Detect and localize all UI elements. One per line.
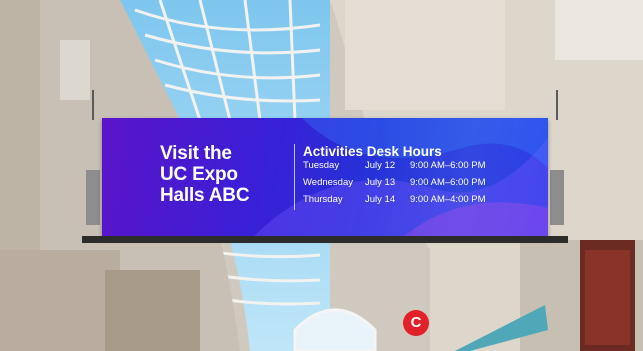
schedule-row: Thursday July 14 9:00 AM–4:00 PM	[303, 194, 486, 210]
schedule-time: 9:00 AM–6:00 PM	[410, 177, 486, 188]
hall-c-badge: C	[403, 310, 429, 336]
schedule-row: Tuesday July 12 9:00 AM–6:00 PM	[303, 160, 486, 176]
schedule-date: July 13	[365, 177, 396, 188]
schedule-date: July 14	[365, 194, 396, 205]
hours-title: Activities Desk Hours	[303, 144, 442, 159]
activities-desk-hours: Activities Desk Hours Tuesday July 12 9:…	[303, 144, 486, 210]
sign-divider	[294, 144, 295, 210]
visit-expo-heading: Visit the UC Expo Halls ABC	[160, 143, 280, 206]
schedule-day: Thursday	[303, 194, 343, 205]
digital-sign-screen: Visit the UC Expo Halls ABC Activities D…	[102, 118, 548, 238]
schedule-row: Wednesday July 13 9:00 AM–6:00 PM	[303, 177, 486, 193]
schedule-day: Tuesday	[303, 160, 340, 171]
sign-mount-bar	[82, 236, 568, 243]
visit-line-1: Visit the	[160, 143, 232, 164]
visit-line-2: UC Expo	[160, 164, 238, 185]
schedule-day: Wednesday	[303, 177, 353, 188]
schedule-time: 9:00 AM–6:00 PM	[410, 160, 486, 171]
visit-line-3: Halls ABC	[160, 185, 250, 206]
schedule-time: 9:00 AM–4:00 PM	[410, 194, 486, 205]
schedule-date: July 12	[365, 160, 396, 171]
